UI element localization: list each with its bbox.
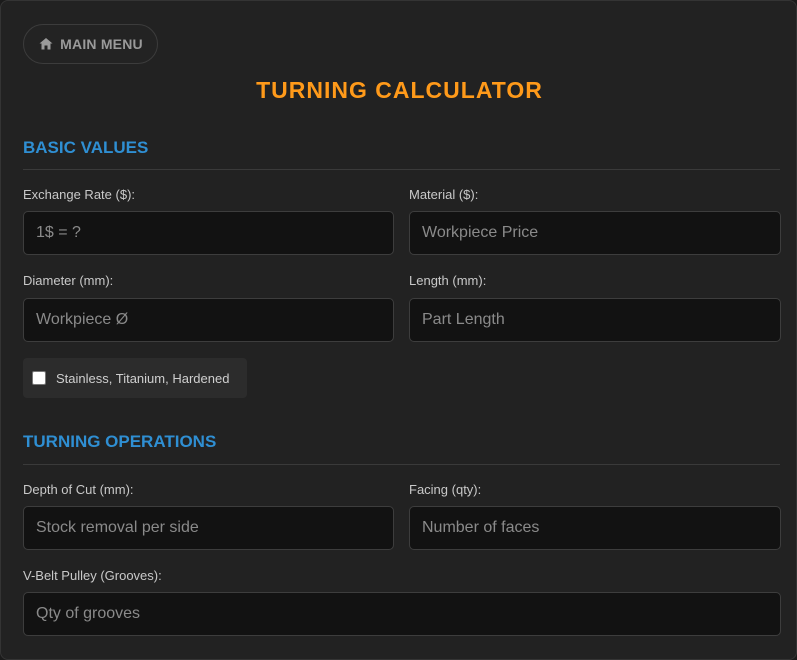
facing-input[interactable] xyxy=(409,506,781,550)
section-divider xyxy=(23,464,780,465)
length-label: Length (mm): xyxy=(409,273,487,288)
vbelt-grooves-input[interactable] xyxy=(23,592,781,636)
depth-of-cut-input[interactable] xyxy=(23,506,394,550)
diameter-label: Diameter (mm): xyxy=(23,273,114,288)
hard-material-label: Stainless, Titanium, Hardened xyxy=(56,370,230,386)
diameter-input[interactable] xyxy=(23,298,394,342)
depth-of-cut-label: Depth of Cut (mm): xyxy=(23,482,134,497)
home-icon xyxy=(39,38,53,50)
material-label: Material ($): xyxy=(409,187,479,202)
main-menu-label: MAIN MENU xyxy=(60,36,143,52)
exchange-rate-label: Exchange Rate ($): xyxy=(23,187,136,202)
facing-label: Facing (qty): xyxy=(409,482,482,497)
section-divider xyxy=(23,169,780,170)
material-price-input[interactable] xyxy=(409,211,781,255)
calculator-panel: MAIN MENU TURNING CALCULATOR BASIC VALUE… xyxy=(0,0,797,660)
hard-material-checkbox[interactable] xyxy=(32,371,46,385)
main-menu-button[interactable]: MAIN MENU xyxy=(23,24,158,64)
section-heading-turning-operations: TURNING OPERATIONS xyxy=(23,432,217,451)
section-heading-basic-values: BASIC VALUES xyxy=(23,138,149,157)
page-title: TURNING CALCULATOR xyxy=(256,77,543,103)
length-input[interactable] xyxy=(409,298,781,342)
exchange-rate-input[interactable] xyxy=(23,211,394,255)
hard-material-option[interactable]: Stainless, Titanium, Hardened xyxy=(23,358,247,398)
vbelt-pulley-label: V-Belt Pulley (Grooves): xyxy=(23,568,162,583)
